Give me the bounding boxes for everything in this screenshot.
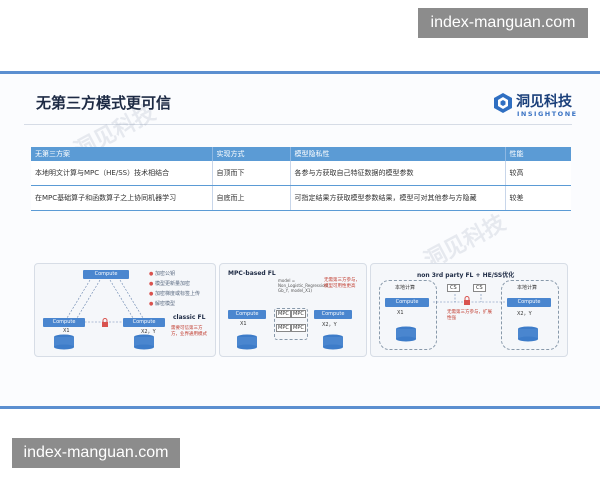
table-cell: 各参与方获取自己特征数据的模型参数 [290, 161, 506, 186]
table-cell: 在MPC基础算子和函数算子之上协同机器学习 [31, 185, 213, 211]
logo-mark-icon [494, 93, 512, 113]
table-cell: 较高 [505, 161, 571, 186]
mpc-node: MPC [276, 324, 291, 332]
panel-note: 无需第三方参与，模型可用性更高 [324, 278, 360, 289]
compute-box-left: Compute [385, 298, 429, 307]
panel-note: 无需第三方参与，扩展性强 [447, 310, 492, 321]
brand-logo: 洞见科技 INSIGHTONE [492, 90, 576, 122]
slide: 无第三方模式更可信 洞见科技 INSIGHTONE 洞见科技 洞见科技 洞见科技… [0, 71, 600, 409]
comparison-table: 无第三方案 实现方式 模型隐私性 性能 本地明文计算与MPC（HE/SS）技术相… [31, 147, 571, 211]
table-header-row: 无第三方案 实现方式 模型隐私性 性能 [31, 147, 571, 161]
table-header: 模型隐私性 [290, 147, 506, 161]
mpc-fl-diagram: MPC-based FL model = Non_Logistic_Regres… [219, 263, 367, 357]
watermark-top: index-manguan.com [418, 8, 588, 38]
panel-note: 需要可信第三方方，业界通用模式 [171, 326, 207, 337]
compute-box-left: Compute [43, 318, 85, 327]
panel-title: non 3rd party FL + HE/SS优化 [417, 272, 515, 279]
group-label: 本地计算 [517, 285, 538, 291]
data-label-right: X2，Y [517, 311, 532, 317]
table-header: 实现方式 [212, 147, 291, 161]
database-icon [518, 326, 538, 342]
database-icon [134, 334, 154, 350]
table-header: 无第三方案 [31, 147, 213, 161]
table-row: 在MPC基础算子和函数算子之上协同机器学习 自底而上 可指定结果方获取模型参数结… [31, 185, 571, 211]
data-label-left: X1 [63, 328, 70, 334]
compute-box-left: Compute [228, 310, 266, 319]
legend-item: ● 加密公钥 [149, 271, 175, 277]
compute-box-right: Compute [314, 310, 352, 319]
non-third-party-fl-diagram: non 3rd party FL + HE/SS优化 本地计算 本地计算 Com… [370, 263, 568, 357]
table-cell: 可指定结果方获取模型参数结果，模型可对其他参与方隐藏 [290, 185, 506, 211]
title-divider [24, 124, 572, 125]
database-icon [396, 326, 416, 342]
mpc-node: MPC [291, 324, 306, 332]
logo-cn-text: 洞见科技 [516, 94, 572, 110]
table-cell: 本地明文计算与MPC（HE/SS）技术相结合 [31, 161, 213, 186]
watermark-bottom: index-manguan.com [12, 438, 180, 468]
group-label: 本地计算 [395, 285, 416, 291]
classic-fl-diagram: Compute Compute Compute X1 X2，Y ● 加密公钥 ●… [34, 263, 216, 357]
database-icon [54, 334, 74, 350]
lock-icon [464, 296, 470, 305]
mpc-node: MPC [276, 310, 291, 318]
data-label-right: X2，Y [141, 329, 156, 335]
compute-box-top: Compute [83, 270, 129, 279]
data-label-left: X1 [240, 321, 247, 327]
slide-title: 无第三方模式更可信 [36, 94, 172, 112]
model-formula: model = Non_Logistic_Regression( Gb_Y, m… [278, 278, 329, 293]
legend-item: ● 解密模型 [149, 301, 175, 307]
mpc-node: MPC [291, 310, 306, 318]
database-icon [237, 334, 257, 350]
legend: ● 加密公钥 ● 模型更新量加密 ● 加密梯度或标签上传 ● 解密模型 [149, 270, 200, 307]
logo-en-text: INSIGHTONE [517, 110, 578, 118]
legend-item: ● 模型更新量加密 [149, 281, 190, 287]
table-header: 性能 [505, 147, 571, 161]
table-row: 本地明文计算与MPC（HE/SS）技术相结合 自顶而下 各参与方获取自己特征数据… [31, 161, 571, 186]
table-cell: 自顶而下 [212, 161, 291, 186]
database-icon [323, 334, 343, 350]
panel-title: classic FL [173, 314, 206, 321]
compute-box-right: Compute [123, 318, 165, 327]
table-cell: 较差 [505, 185, 571, 211]
table-cell: 自底而上 [212, 185, 291, 211]
lock-icon [102, 318, 108, 327]
panel-title: MPC-based FL [228, 270, 276, 277]
data-label-left: X1 [397, 310, 404, 316]
data-label-right: X2，Y [322, 322, 337, 328]
compute-box-right: Compute [507, 298, 551, 307]
legend-item: ● 加密梯度或标签上传 [149, 291, 200, 297]
